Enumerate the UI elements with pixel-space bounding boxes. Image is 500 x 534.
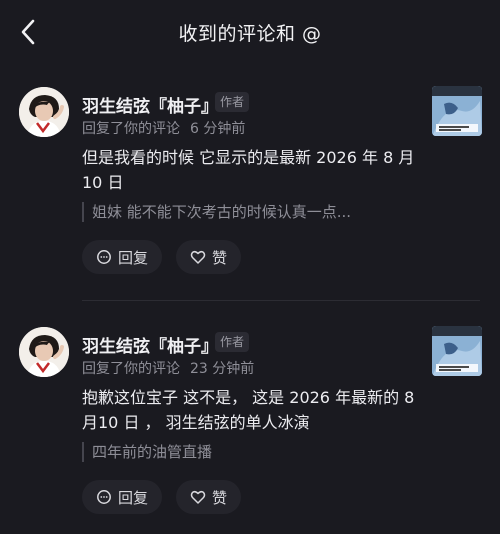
- reply-button[interactable]: 回复: [82, 240, 163, 274]
- comment-text: 但是我看的时候 它显示的是最新 2026 年 8 月10 日: [82, 148, 415, 192]
- chat-bubble-icon: [97, 250, 111, 264]
- action-text: 回复了你的评论: [82, 121, 180, 137]
- thumbnail-image: [432, 326, 482, 376]
- reply-label: 回复: [118, 488, 149, 507]
- comment-text: 抱歉这位宝子 这不是， 这是 2026 年最新的 8 月10 日 ， 羽生结弦的…: [82, 388, 415, 432]
- video-thumbnail[interactable]: [432, 326, 482, 376]
- avatar-image: [19, 87, 69, 137]
- reply-label: 回复: [118, 248, 149, 267]
- like-label: 赞: [212, 248, 228, 267]
- quoted-comment[interactable]: 四年前的油管直播: [82, 442, 422, 462]
- action-text: 回复了你的评论: [82, 361, 180, 377]
- comment-meta: 回复了你的评论 6 分钟前: [82, 118, 245, 138]
- thumbnail-image: [432, 86, 482, 136]
- heart-icon: [190, 250, 206, 264]
- author-badge: 作者: [215, 332, 250, 352]
- username[interactable]: 羽生结弦『柚子』: [82, 332, 218, 357]
- author-badge: 作者: [215, 92, 250, 112]
- like-button[interactable]: 赞: [176, 480, 242, 514]
- comment-meta: 回复了你的评论 23 分钟前: [82, 358, 254, 378]
- username[interactable]: 羽生结弦『柚子』: [82, 92, 218, 117]
- reply-button[interactable]: 回复: [82, 480, 163, 514]
- avatar[interactable]: [19, 327, 69, 377]
- avatar[interactable]: [19, 87, 69, 137]
- divider: [82, 300, 480, 301]
- quoted-comment[interactable]: 姐妹 能不能下次考古的时候认真一点...: [82, 202, 422, 222]
- video-thumbnail[interactable]: [432, 86, 482, 136]
- like-label: 赞: [212, 488, 228, 507]
- comments-page: 收到的评论和 @ 羽生结弦『柚子』 作者 回复了你的评论 6 分钟前 但是我看的…: [0, 0, 500, 534]
- top-bar: 收到的评论和 @: [0, 0, 500, 64]
- page-title: 收到的评论和 @: [178, 23, 322, 45]
- timestamp: 23 分钟前: [190, 361, 255, 377]
- avatar-image: [19, 327, 69, 377]
- like-button[interactable]: 赞: [176, 240, 242, 274]
- timestamp: 6 分钟前: [190, 121, 246, 137]
- chat-bubble-icon: [97, 490, 111, 504]
- heart-icon: [190, 490, 206, 504]
